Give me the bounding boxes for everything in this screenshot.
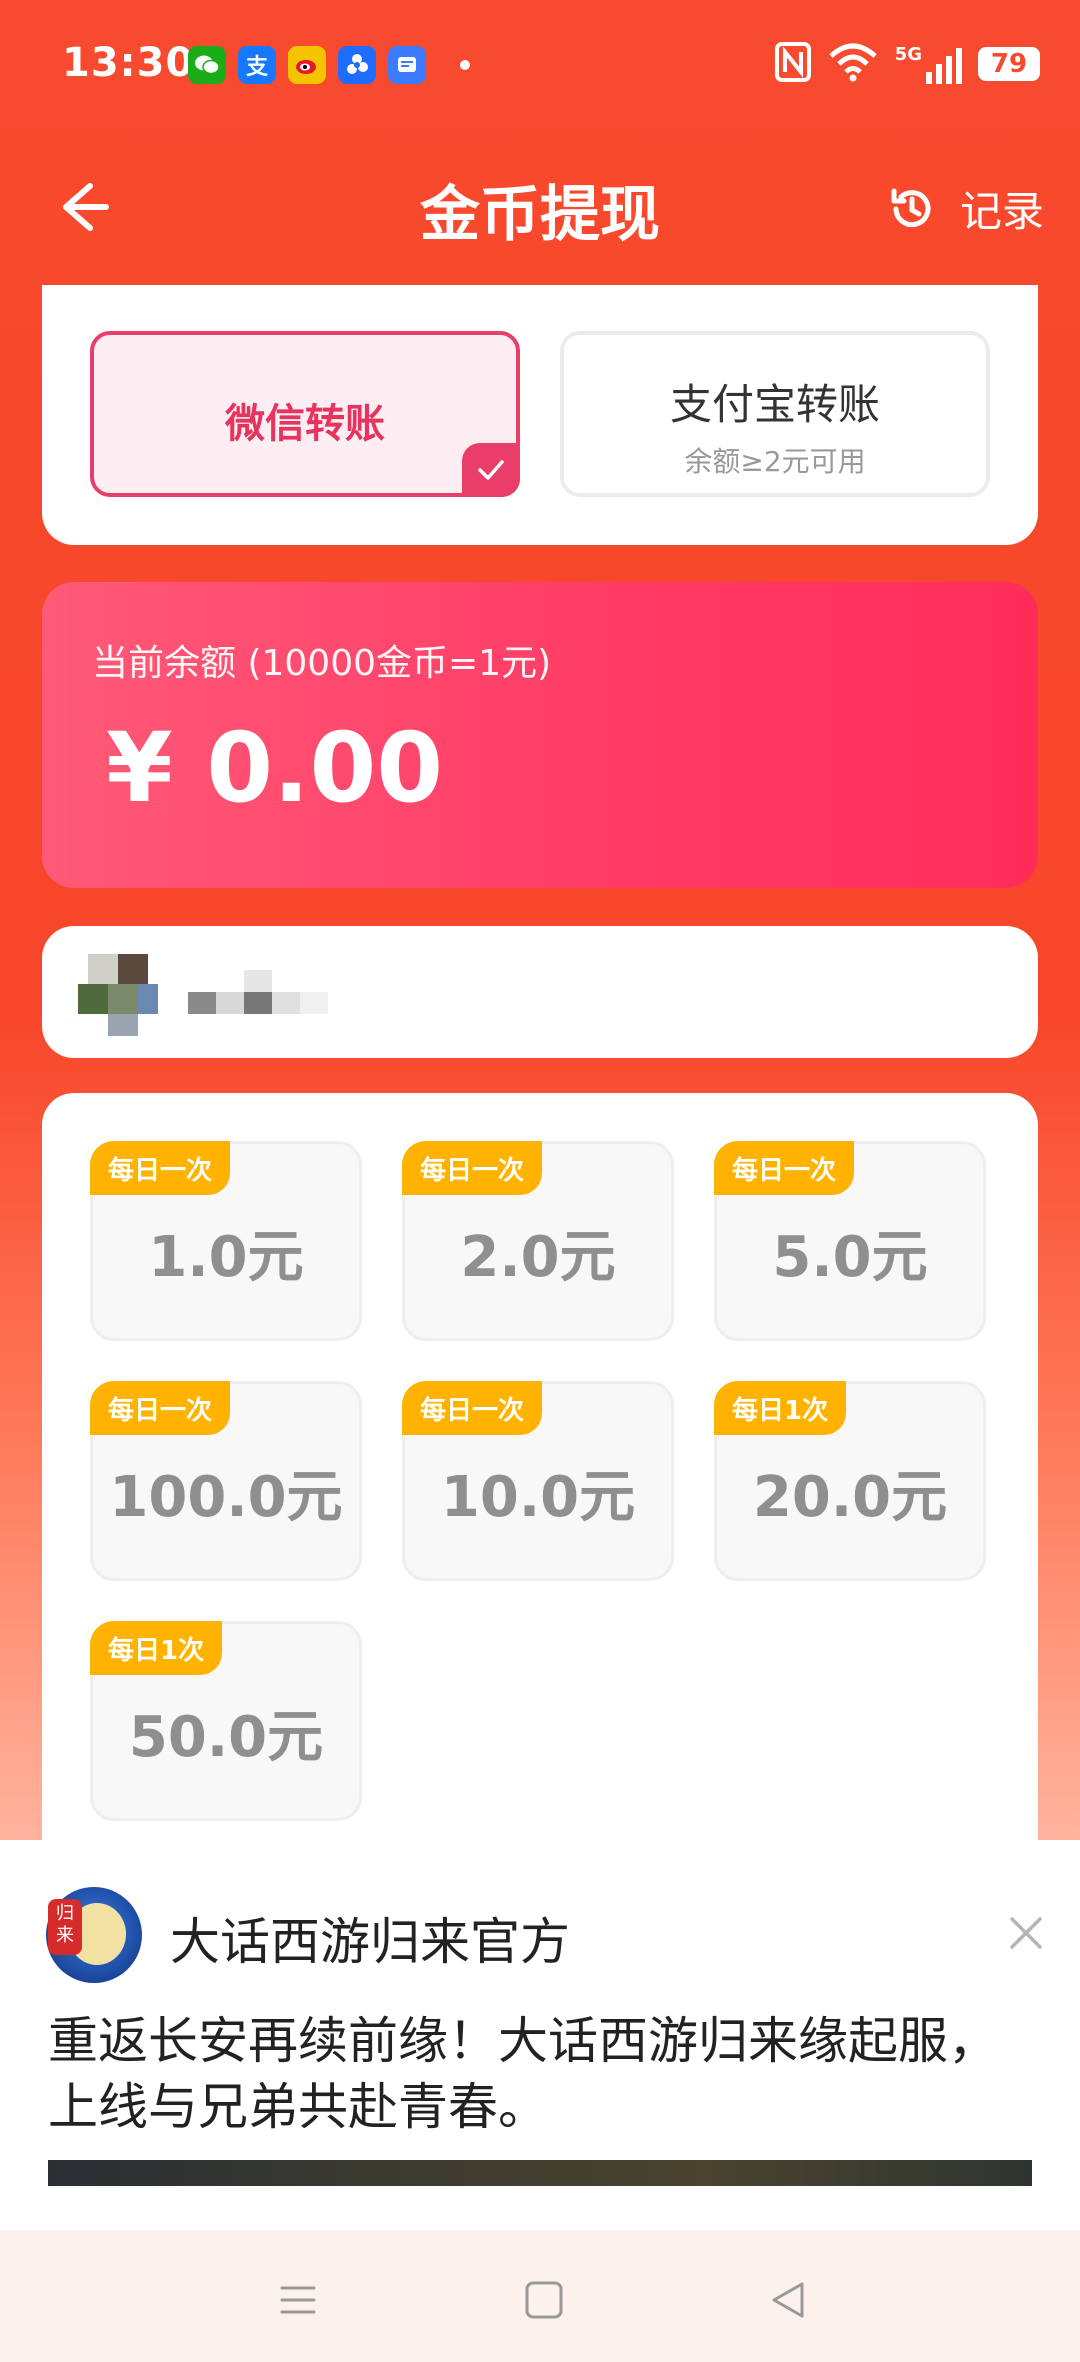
balance-label: 当前余额 (10000金币=1元) (92, 643, 552, 684)
amount-value: 100.0元 (109, 1465, 343, 1530)
alipay-icon: 支 (238, 46, 276, 84)
amount-option-100[interactable]: 每日一次 100.0元 (90, 1381, 362, 1581)
signal-5g-icon: 5G (895, 44, 962, 84)
daily-limit-badge: 每日一次 (90, 1141, 231, 1195)
nfc-icon (774, 42, 811, 86)
ad-description: 重返长安再续前缘！大话西游归来缘起服，上线与兄弟共赴青春。 (48, 2012, 998, 2136)
balance-card: 当前余额 (10000金币=1元) ¥ 0.00 (42, 582, 1038, 888)
history-icon (891, 188, 931, 227)
ad-banner[interactable]: 归来 大话西游归来官方 重返长安再续前缘！大话西游归来缘起服，上线与兄弟共赴青春… (0, 1840, 1080, 2230)
back-triangle-icon (772, 2282, 804, 2318)
amount-option-5[interactable]: 每日一次 5.0元 (714, 1141, 986, 1341)
avatar (78, 954, 168, 1036)
amount-value: 50.0元 (128, 1705, 324, 1770)
balance-value: ¥ 0.00 (106, 712, 444, 824)
back-nav-button[interactable] (758, 2270, 818, 2330)
daily-limit-badge: 每日一次 (402, 1141, 543, 1195)
wechat-icon (188, 46, 226, 84)
amount-value: 1.0元 (148, 1225, 304, 1290)
more-notifications-dot (460, 60, 470, 70)
daily-limit-badge: 每日一次 (714, 1141, 855, 1195)
home-square-icon (525, 2281, 563, 2319)
close-icon (1010, 1917, 1042, 1949)
amount-option-20[interactable]: 每日1次 20.0元 (714, 1381, 986, 1581)
alipay-transfer-note: 余额≥2元可用 (684, 445, 866, 478)
notification-icons: 支 (188, 46, 470, 84)
amount-option-50[interactable]: 每日1次 50.0元 (90, 1621, 362, 1821)
wifi-icon (827, 42, 879, 86)
amount-value: 20.0元 (752, 1465, 948, 1530)
record-label: 记录 (959, 187, 1044, 236)
system-nav-bar (0, 2230, 1080, 2362)
account-row[interactable] (42, 926, 1038, 1058)
wechat-transfer-label: 微信转账 (225, 401, 385, 447)
daily-limit-badge: 每日1次 (714, 1381, 847, 1435)
record-button[interactable]: 记录 (886, 178, 1044, 239)
status-right-icons: 5G 79 (774, 42, 1040, 86)
amount-value: 2.0元 (460, 1225, 616, 1290)
pinwheel-app-icon (338, 46, 376, 84)
amount-options-card: 每日一次 1.0元 每日一次 2.0元 每日一次 5.0元 每日一次 100.0… (42, 1093, 1038, 1893)
payment-method-card: 微信转账 支付宝转账 余额≥2元可用 (42, 285, 1038, 545)
wechat-transfer-option[interactable]: 微信转账 (90, 331, 520, 497)
home-nav-button[interactable] (514, 2270, 574, 2330)
amount-value: 10.0元 (440, 1465, 636, 1530)
ad-close-button[interactable] (1006, 1906, 1046, 1966)
menu-nav-button[interactable] (268, 2270, 328, 2330)
daily-limit-badge: 每日1次 (90, 1621, 223, 1675)
daily-limit-badge: 每日一次 (402, 1381, 543, 1435)
status-bar: 13:30 支 5G 79 (0, 0, 1080, 130)
weibo-icon (288, 46, 326, 84)
ad-logo: 归来 (46, 1887, 142, 1983)
checkmark-icon (462, 443, 520, 497)
ad-advertiser-name: 大话西游归来官方 (170, 1913, 570, 1971)
alipay-transfer-option[interactable]: 支付宝转账 余额≥2元可用 (560, 331, 990, 497)
account-name-obscured (188, 970, 368, 1014)
battery-indicator: 79 (978, 47, 1040, 81)
alipay-transfer-label: 支付宝转账 (669, 380, 880, 429)
message-app-icon (388, 46, 426, 84)
daily-limit-badge: 每日一次 (90, 1381, 231, 1435)
menu-icon (280, 2286, 316, 2314)
status-time: 13:30 (62, 40, 195, 86)
header: 金币提现 记录 (0, 130, 1080, 280)
amount-value: 5.0元 (772, 1225, 928, 1290)
ad-image-strip (48, 2160, 1032, 2186)
amount-option-1[interactable]: 每日一次 1.0元 (90, 1141, 362, 1341)
amount-option-10[interactable]: 每日一次 10.0元 (402, 1381, 674, 1581)
amount-option-2[interactable]: 每日一次 2.0元 (402, 1141, 674, 1341)
